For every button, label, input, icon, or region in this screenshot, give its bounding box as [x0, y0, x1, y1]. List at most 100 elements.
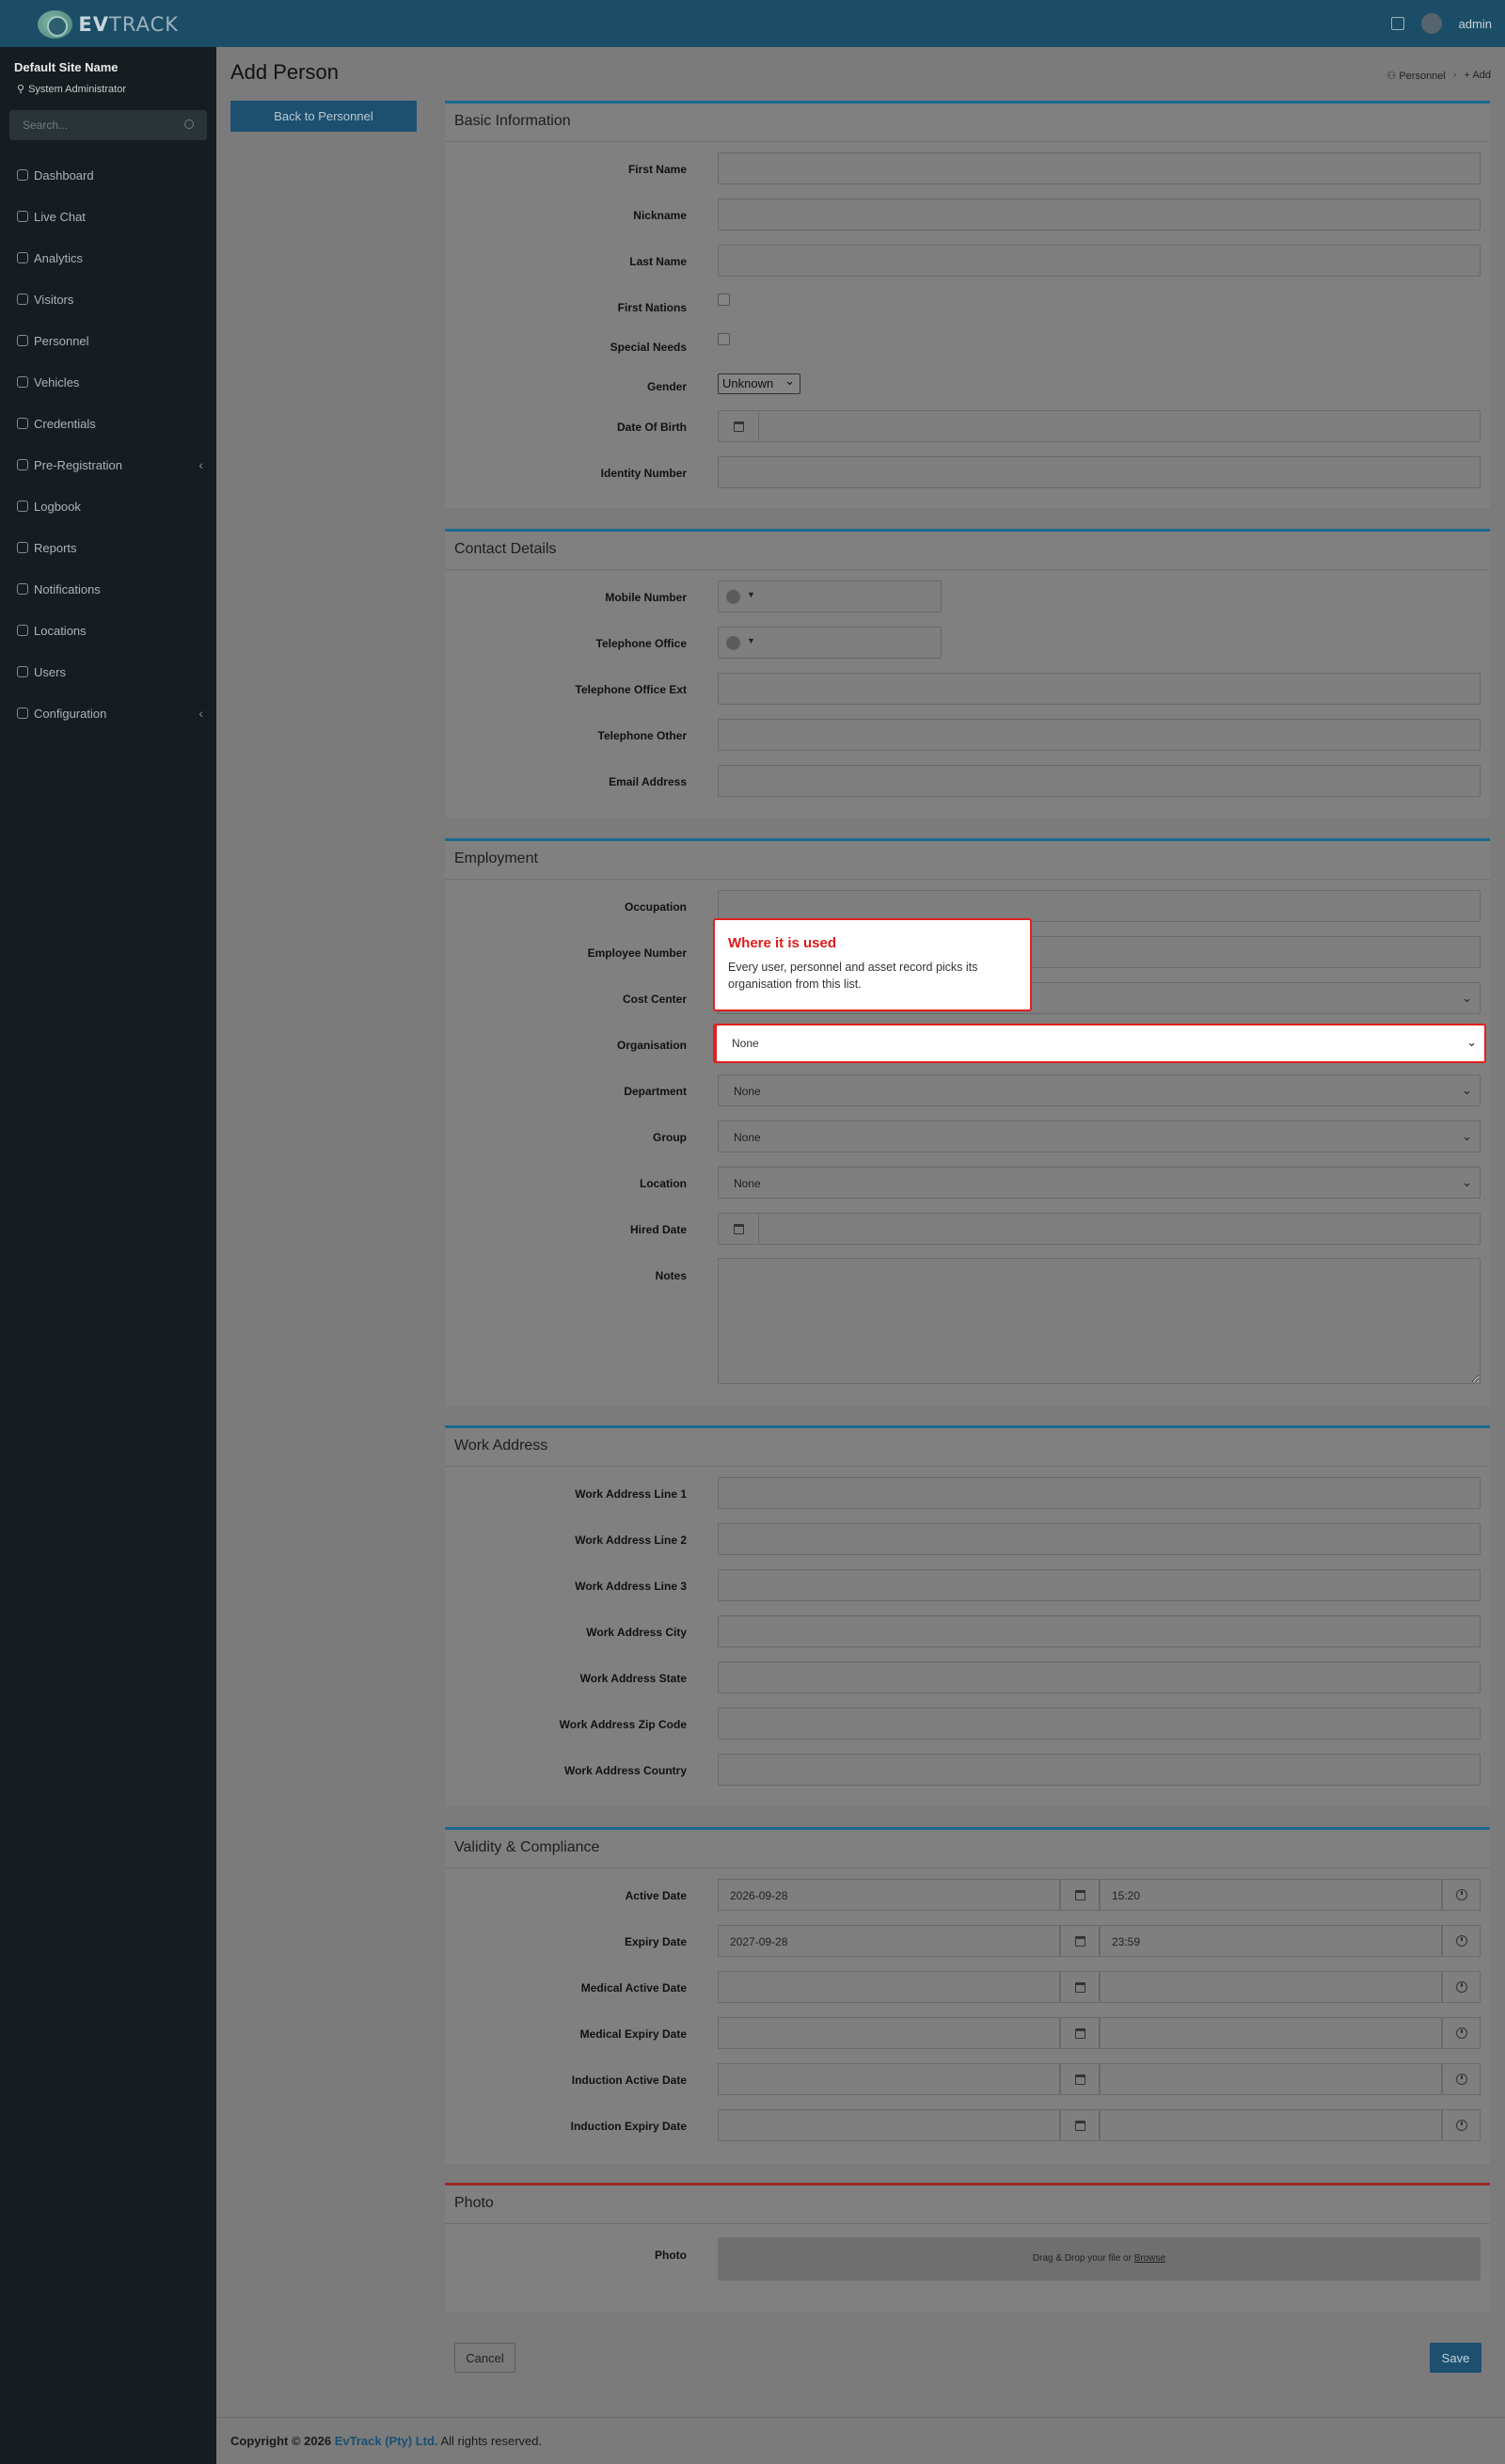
email-address-input[interactable] [718, 765, 1481, 797]
sidebar-item-dashboard[interactable]: Dashboard [0, 154, 216, 196]
breadcrumb-personnel[interactable]: ⚇ Personnel [1386, 70, 1445, 82]
search-input[interactable] [9, 110, 169, 140]
calendar-icon [1074, 2120, 1085, 2131]
induction-expiry-date-input[interactable] [718, 2109, 1060, 2141]
divider [445, 1466, 1490, 1467]
cancel-button[interactable]: Cancel [454, 2343, 515, 2373]
employee-number-label: Employee Number [587, 946, 687, 960]
sidebar-item-personnel[interactable]: Personnel [0, 320, 216, 361]
telephone-office-input[interactable]: ▼ [718, 627, 942, 659]
sidebar-item-notifications[interactable]: Notifications [0, 568, 216, 610]
group-select[interactable]: None ⌄ [718, 1121, 1481, 1153]
mobile-number-input[interactable]: ▼ [718, 580, 942, 612]
chevron-down-icon: ⌄ [1466, 1035, 1477, 1049]
notes-textarea[interactable] [718, 1258, 1481, 1384]
expiry-date-input[interactable]: 2027-09-28 [718, 1925, 1060, 1957]
sidebar-item-pre-registration[interactable]: Pre-Registration ‹ [0, 444, 216, 485]
work-address-line-2-input[interactable] [718, 1523, 1481, 1555]
calendar-button[interactable] [1060, 2063, 1100, 2095]
active-date-input[interactable]: 2026-09-28 [718, 1879, 1060, 1911]
special-needs-checkbox[interactable] [718, 333, 730, 345]
clock-button[interactable] [1442, 2063, 1481, 2095]
hired-date-input[interactable] [718, 1213, 1481, 1245]
avatar[interactable] [1420, 13, 1442, 34]
work-address-country-input[interactable] [718, 1754, 1481, 1786]
sidebar-item-logbook[interactable]: Logbook [0, 485, 216, 527]
sidebar-item-locations[interactable]: Locations [0, 610, 216, 651]
book-icon [17, 501, 28, 512]
medical-expiry-date-label: Medical Expiry Date [579, 2027, 687, 2041]
search-icon[interactable] [184, 119, 194, 129]
location-select[interactable]: None ⌄ [718, 1167, 1481, 1199]
globe-icon[interactable] [726, 636, 740, 650]
occupation-input[interactable] [718, 890, 1481, 922]
medical-expiry-time-input[interactable] [1100, 2017, 1442, 2049]
caret-down-icon: ▼ [747, 636, 755, 645]
back-to-personnel-button[interactable]: Back to Personnel [230, 101, 417, 132]
sidebar-nav: Dashboard Live Chat Analytics Visitors P… [0, 154, 216, 734]
medical-active-time-input[interactable] [1100, 1971, 1442, 2003]
sidebar-item-users[interactable]: Users [0, 651, 216, 692]
date-of-birth-input[interactable] [718, 410, 1481, 442]
work-address-state-label: Work Address State [579, 1672, 687, 1685]
telephone-office-ext-input[interactable] [718, 673, 1481, 705]
sidebar-item-visitors[interactable]: Visitors [0, 278, 216, 320]
induction-expiry-time-input[interactable] [1100, 2109, 1442, 2141]
sidebar-item-credentials[interactable]: Credentials [0, 403, 216, 444]
target-icon [17, 252, 28, 263]
clock-icon [1455, 1889, 1467, 1900]
medical-active-date-input[interactable] [718, 1971, 1060, 2003]
sidebar-item-vehicles[interactable]: Vehicles [0, 361, 216, 403]
first-nations-checkbox[interactable] [718, 294, 730, 306]
calendar-button[interactable] [719, 411, 759, 441]
telephone-other-input[interactable] [718, 719, 1481, 751]
work-address-line-1-input[interactable] [718, 1477, 1481, 1509]
clock-button[interactable] [1442, 2109, 1481, 2141]
company-link[interactable]: EvTrack (Pty) Ltd. [335, 2434, 438, 2448]
induction-active-time-input[interactable] [1100, 2063, 1442, 2095]
work-address-city-input[interactable] [718, 1615, 1481, 1647]
chevron-down-icon: ⌄ [1462, 1175, 1472, 1189]
photo-dropzone[interactable]: Drag & Drop your file or Browse [718, 2237, 1481, 2281]
calendar-button[interactable] [1060, 1879, 1100, 1911]
sidebar-item-configuration[interactable]: Configuration ‹ [0, 692, 216, 734]
calendar-button[interactable] [719, 1214, 759, 1244]
gender-select[interactable]: Unknown [718, 372, 800, 394]
clock-button[interactable] [1442, 1925, 1481, 1957]
last-name-input[interactable] [718, 245, 1481, 277]
medical-expiry-date-input[interactable] [718, 2017, 1060, 2049]
browse-link[interactable]: Browse [1134, 2253, 1165, 2264]
clock-button[interactable] [1442, 2017, 1481, 2049]
sidebar-item-reports[interactable]: Reports [0, 527, 216, 568]
work-address-state-input[interactable] [718, 1661, 1481, 1693]
clock-button[interactable] [1442, 1879, 1481, 1911]
calendar-button[interactable] [1060, 1971, 1100, 2003]
chevron-down-icon: ⌄ [1462, 1083, 1472, 1097]
clock-button[interactable] [1442, 1971, 1481, 2003]
tooltip-body: Every user, personnel and asset record p… [728, 961, 978, 991]
work-address-line-3-input[interactable] [718, 1569, 1481, 1601]
identity-number-input[interactable] [718, 456, 1481, 488]
save-button[interactable]: Save [1430, 2343, 1481, 2373]
email-address-label: Email Address [609, 775, 687, 788]
top-navbar: EVTRACK admin [0, 0, 1505, 47]
calendar-button[interactable] [1060, 2017, 1100, 2049]
nickname-input[interactable] [718, 199, 1481, 231]
evtrack-logo[interactable]: EVTRACK [38, 9, 179, 40]
calendar-button[interactable] [1060, 1925, 1100, 1957]
organisation-select[interactable]: None ⌄ [713, 1024, 1486, 1063]
sidebar-item-analytics[interactable]: Analytics [0, 237, 216, 278]
globe-icon[interactable] [726, 590, 740, 604]
caret-down-icon: ▼ [747, 590, 755, 599]
sidebar-item-live-chat[interactable]: Live Chat [0, 196, 216, 237]
id-badge-icon[interactable] [1390, 17, 1404, 30]
calendar-button[interactable] [1060, 2109, 1100, 2141]
user-name[interactable]: admin [1459, 17, 1492, 31]
expiry-time-input[interactable]: 23:59 [1100, 1925, 1442, 1957]
active-time-input[interactable]: 15:20 [1100, 1879, 1442, 1911]
induction-active-date-input[interactable] [718, 2063, 1060, 2095]
department-select[interactable]: None ⌄ [718, 1074, 1481, 1106]
first-name-input[interactable] [718, 152, 1481, 184]
work-address-zip-input[interactable] [718, 1708, 1481, 1740]
nickname-label: Nickname [633, 209, 687, 222]
